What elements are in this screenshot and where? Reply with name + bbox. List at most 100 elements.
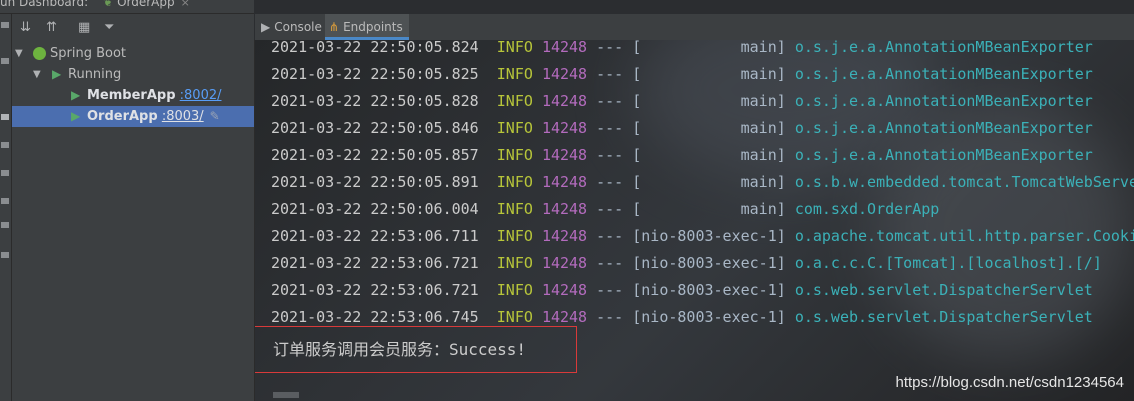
log-line: 2021-03-22 22:53:06.721 INFO 14248 --- […	[271, 254, 1102, 272]
run-config-icon: ▶	[71, 88, 81, 102]
log-separator: ---	[596, 119, 624, 137]
tree-node-spring-boot[interactable]: ▼ Spring Boot	[12, 43, 254, 64]
log-logger: o.s.j.e.a.AnnotationMBeanExporter	[794, 65, 1093, 83]
window-icon[interactable]	[1, 222, 9, 228]
run-dashboard-header: un Dashboard: ❦ OrderApp ×	[0, 0, 254, 14]
app-name: MemberApp	[87, 88, 176, 103]
port-link[interactable]: :8003/	[162, 109, 204, 124]
left-toolbar	[0, 14, 12, 401]
log-pid: 14248	[541, 92, 588, 110]
log-timestamp: 2021-03-22 22:50:05.891	[271, 173, 479, 191]
log-logger: o.apache.tomcat.util.http.parser.Cooki	[794, 227, 1134, 245]
horizontal-scrollbar[interactable]	[273, 392, 299, 398]
log-level: INFO	[496, 92, 533, 110]
log-logger: o.s.b.w.embedded.tomcat.TomcatWebServe	[794, 173, 1134, 191]
run-config-icon: ▶	[71, 109, 81, 123]
log-line: 2021-03-22 22:50:05.824 INFO 14248 --- […	[271, 40, 1093, 56]
console-icon: ▶	[261, 20, 271, 34]
log-separator: ---	[596, 200, 624, 218]
group-icon[interactable]: ▦	[78, 20, 90, 35]
log-separator: ---	[596, 254, 624, 272]
tree-item-orderapp[interactable]: ▶ OrderApp :8003/ ✎	[12, 106, 254, 127]
log-thread: [nio-8003-exec-1]	[632, 281, 786, 299]
log-separator: ---	[596, 308, 624, 326]
log-timestamp: 2021-03-22 22:53:06.745	[271, 308, 479, 326]
expand-all-icon[interactable]: ⇊	[20, 20, 31, 35]
log-thread: [nio-8003-exec-1]	[632, 254, 786, 272]
watermark: https://blog.csdn.net/csdn1234564	[895, 374, 1124, 391]
console-output[interactable]: 2021-03-22 22:50:05.824 INFO 14248 --- […	[255, 40, 1134, 401]
log-pid: 14248	[541, 119, 588, 137]
log-pid: 14248	[541, 146, 588, 164]
log-logger: com.sxd.OrderApp	[794, 200, 940, 218]
log-thread: [ main]	[632, 65, 786, 83]
log-pid: 14248	[541, 173, 588, 191]
pencil-icon[interactable]: ✎	[210, 109, 220, 123]
log-timestamp: 2021-03-22 22:50:05.857	[271, 146, 479, 164]
log-separator: ---	[596, 40, 624, 56]
log-timestamp: 2021-03-22 22:50:05.828	[271, 92, 479, 110]
layout-icon[interactable]	[1, 114, 9, 120]
restore-icon[interactable]	[1, 142, 9, 148]
chevron-down-icon[interactable]: ▼	[33, 64, 41, 85]
tab-endpoints-label: Endpoints	[343, 20, 403, 34]
chevron-down-icon[interactable]: ▼	[15, 43, 23, 64]
log-line: 2021-03-22 22:50:05.891 INFO 14248 --- […	[271, 173, 1134, 191]
log-thread: [ main]	[632, 146, 786, 164]
log-separator: ---	[596, 65, 624, 83]
settings-icon[interactable]	[1, 252, 9, 258]
log-pid: 14248	[541, 281, 588, 299]
log-line: 2021-03-22 22:53:06.711 INFO 14248 --- […	[271, 227, 1134, 245]
log-level: INFO	[496, 308, 533, 326]
log-timestamp: 2021-03-22 22:53:06.721	[271, 281, 479, 299]
stop-icon[interactable]	[1, 58, 9, 64]
log-pid: 14248	[541, 65, 588, 83]
tree-node-label: Spring Boot	[50, 46, 127, 61]
log-pid: 14248	[541, 227, 588, 245]
tab-orderapp-label: OrderApp	[117, 0, 175, 9]
console-tab-header: ▶ Console ⋔ Endpoints	[255, 14, 1134, 41]
tree-item-label: MemberApp :8002/	[87, 85, 222, 106]
tab-endpoints[interactable]: ⋔ Endpoints	[325, 14, 409, 40]
log-level: INFO	[496, 254, 533, 272]
log-separator: ---	[596, 173, 624, 191]
log-line: 2021-03-22 22:53:06.721 INFO 14248 --- […	[271, 281, 1093, 299]
tab-orderapp[interactable]: ❦ OrderApp ×	[103, 0, 190, 9]
spring-boot-icon	[33, 47, 46, 60]
log-level: INFO	[496, 281, 533, 299]
tree-toolbar: ⇊ ⇈ ▦ ⏷	[12, 14, 254, 40]
collapse-all-icon[interactable]: ⇈	[46, 20, 57, 35]
log-line: 2021-03-22 22:50:05.857 INFO 14248 --- […	[271, 146, 1093, 164]
log-line: 2021-03-22 22:50:05.828 INFO 14248 --- […	[271, 92, 1093, 110]
tree-node-running[interactable]: ▼ ▶ Running	[12, 64, 254, 85]
spring-leaf-icon: ❦	[103, 0, 114, 9]
tree-item-memberapp[interactable]: ▶ MemberApp :8002/	[12, 85, 254, 106]
rerun-icon[interactable]	[1, 22, 9, 28]
log-thread: [nio-8003-exec-1]	[632, 227, 786, 245]
import-icon[interactable]	[1, 198, 9, 204]
log-logger: o.s.web.servlet.DispatcherServlet	[794, 281, 1093, 299]
app-name: OrderApp	[87, 109, 158, 124]
close-icon[interactable]: ×	[181, 0, 190, 9]
tab-console[interactable]: ▶ Console	[257, 14, 327, 40]
log-line: 2021-03-22 22:50:05.825 INFO 14248 --- […	[271, 65, 1093, 83]
port-link[interactable]: :8002/	[180, 88, 222, 103]
log-pid: 14248	[541, 40, 588, 56]
dashboard-label: un Dashboard:	[0, 0, 89, 9]
log-line: 2021-03-22 22:50:06.004 INFO 14248 --- […	[271, 200, 939, 218]
log-separator: ---	[596, 227, 624, 245]
log-logger: o.s.j.e.a.AnnotationMBeanExporter	[794, 92, 1093, 110]
tab-console-label: Console	[274, 20, 322, 34]
log-level: INFO	[496, 146, 533, 164]
debug-icon[interactable]	[1, 170, 9, 176]
log-thread: [ main]	[632, 92, 786, 110]
log-timestamp: 2021-03-22 22:50:05.846	[271, 119, 479, 137]
tree-item-label: OrderApp :8003/ ✎	[87, 106, 220, 127]
log-level: INFO	[496, 227, 533, 245]
log-pid: 14248	[541, 200, 588, 218]
filter-icon[interactable]: ⏷	[104, 20, 114, 35]
log-thread: [ main]	[632, 173, 786, 191]
log-thread: [nio-8003-exec-1]	[632, 308, 786, 326]
endpoints-icon: ⋔	[329, 20, 340, 34]
log-timestamp: 2021-03-22 22:50:05.825	[271, 65, 479, 83]
